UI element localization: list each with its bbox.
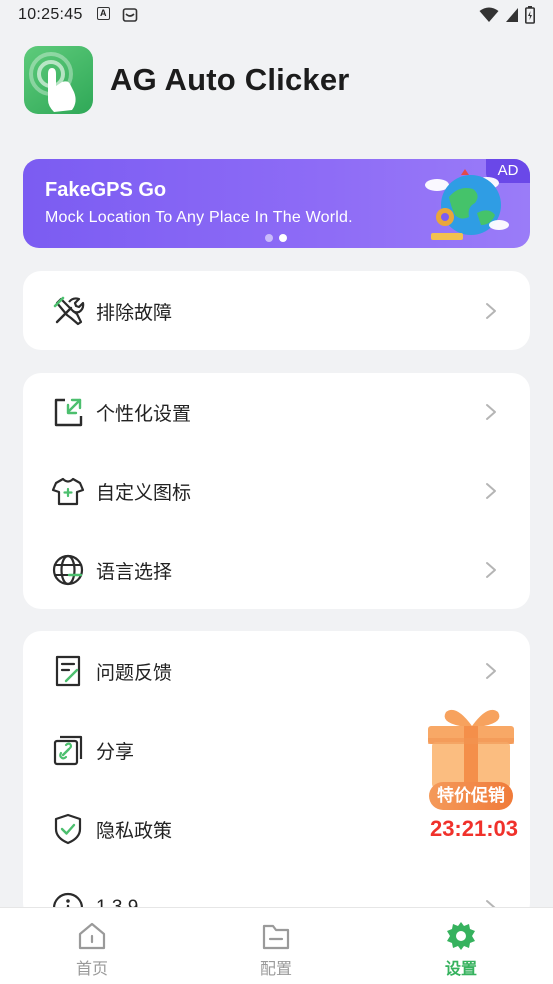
menu-item-personalize[interactable]: 个性化设置 bbox=[23, 382, 530, 442]
tab-home-label: 首页 bbox=[75, 961, 108, 978]
signal-icon bbox=[506, 8, 518, 22]
tap-hand-icon bbox=[29, 52, 76, 112]
personalize-icon bbox=[54, 398, 83, 427]
app-header: AG Auto Clicker bbox=[24, 46, 350, 114]
tab-home[interactable]: 首页 bbox=[32, 908, 152, 984]
chevron-right-icon bbox=[486, 483, 496, 499]
globe-icon bbox=[52, 554, 84, 586]
app-logo bbox=[24, 46, 93, 114]
battery-icon bbox=[525, 6, 535, 24]
menu-label-language: 语言选择 bbox=[96, 561, 173, 583]
ad-pager-dot-active[interactable] bbox=[279, 234, 287, 242]
tools-icon bbox=[53, 296, 85, 326]
bottom-tab-bar: 首页 配置 设置 bbox=[0, 907, 553, 984]
menu-item-custom-icon[interactable]: 自定义图标 bbox=[23, 461, 530, 521]
notification-a-icon: A bbox=[96, 7, 110, 20]
ad-pager bbox=[265, 234, 287, 242]
menu-item-feedback[interactable]: 问题反馈 bbox=[23, 641, 530, 701]
status-time: 10:25:45 bbox=[18, 6, 83, 23]
menu-item-language[interactable]: 语言选择 bbox=[23, 540, 530, 600]
promo-countdown: 23:21:03 bbox=[429, 816, 519, 841]
menu-label-feedback: 问题反馈 bbox=[96, 662, 173, 684]
tab-config[interactable]: 配置 bbox=[216, 908, 336, 984]
menu-label-troubleshoot: 排除故障 bbox=[96, 302, 173, 324]
ad-banner[interactable]: FakeGPS Go Mock Location To Any Place In… bbox=[23, 159, 530, 248]
menu-label-privacy: 隐私政策 bbox=[96, 820, 173, 842]
chevron-right-icon bbox=[486, 562, 496, 578]
menu-item-troubleshoot[interactable]: 排除故障 bbox=[23, 281, 530, 341]
gear-icon bbox=[447, 922, 475, 950]
tab-settings[interactable]: 设置 bbox=[401, 908, 521, 984]
ad-title: FakeGPS Go bbox=[45, 179, 167, 201]
home-icon bbox=[78, 922, 106, 950]
globe-map-pin-icon bbox=[425, 169, 509, 240]
chevron-right-icon bbox=[486, 663, 496, 679]
tab-config-label: 配置 bbox=[259, 961, 292, 978]
menu-label-custom-icon: 自定义图标 bbox=[96, 482, 192, 504]
folder-icon bbox=[262, 924, 290, 950]
promo-widget[interactable]: 特价促销 23:21:03 bbox=[420, 702, 525, 842]
feedback-document-icon bbox=[55, 655, 81, 687]
wifi-icon bbox=[479, 7, 499, 22]
chevron-right-icon bbox=[486, 404, 496, 420]
gift-box-icon bbox=[428, 709, 514, 788]
promo-badge: 特价促销 bbox=[429, 782, 513, 810]
settings-card: 个性化设置 自定义图标 语言选择 bbox=[23, 373, 530, 609]
ad-subtitle: Mock Location To Any Place In The World. bbox=[45, 209, 353, 226]
troubleshoot-card: 排除故障 bbox=[23, 271, 530, 350]
menu-label-share: 分享 bbox=[96, 741, 135, 763]
status-bar: 10:25:45 A bbox=[0, 0, 553, 30]
notification-inbox-icon bbox=[122, 8, 137, 22]
tab-settings-label: 设置 bbox=[444, 961, 477, 978]
chevron-right-icon bbox=[486, 303, 496, 319]
ad-pager-dot[interactable] bbox=[265, 234, 273, 242]
share-link-icon bbox=[53, 735, 83, 766]
menu-label-personalize: 个性化设置 bbox=[96, 403, 192, 425]
shield-check-icon bbox=[54, 813, 82, 845]
app-title: AG Auto Clicker bbox=[110, 62, 350, 97]
tshirt-icon bbox=[51, 477, 85, 506]
